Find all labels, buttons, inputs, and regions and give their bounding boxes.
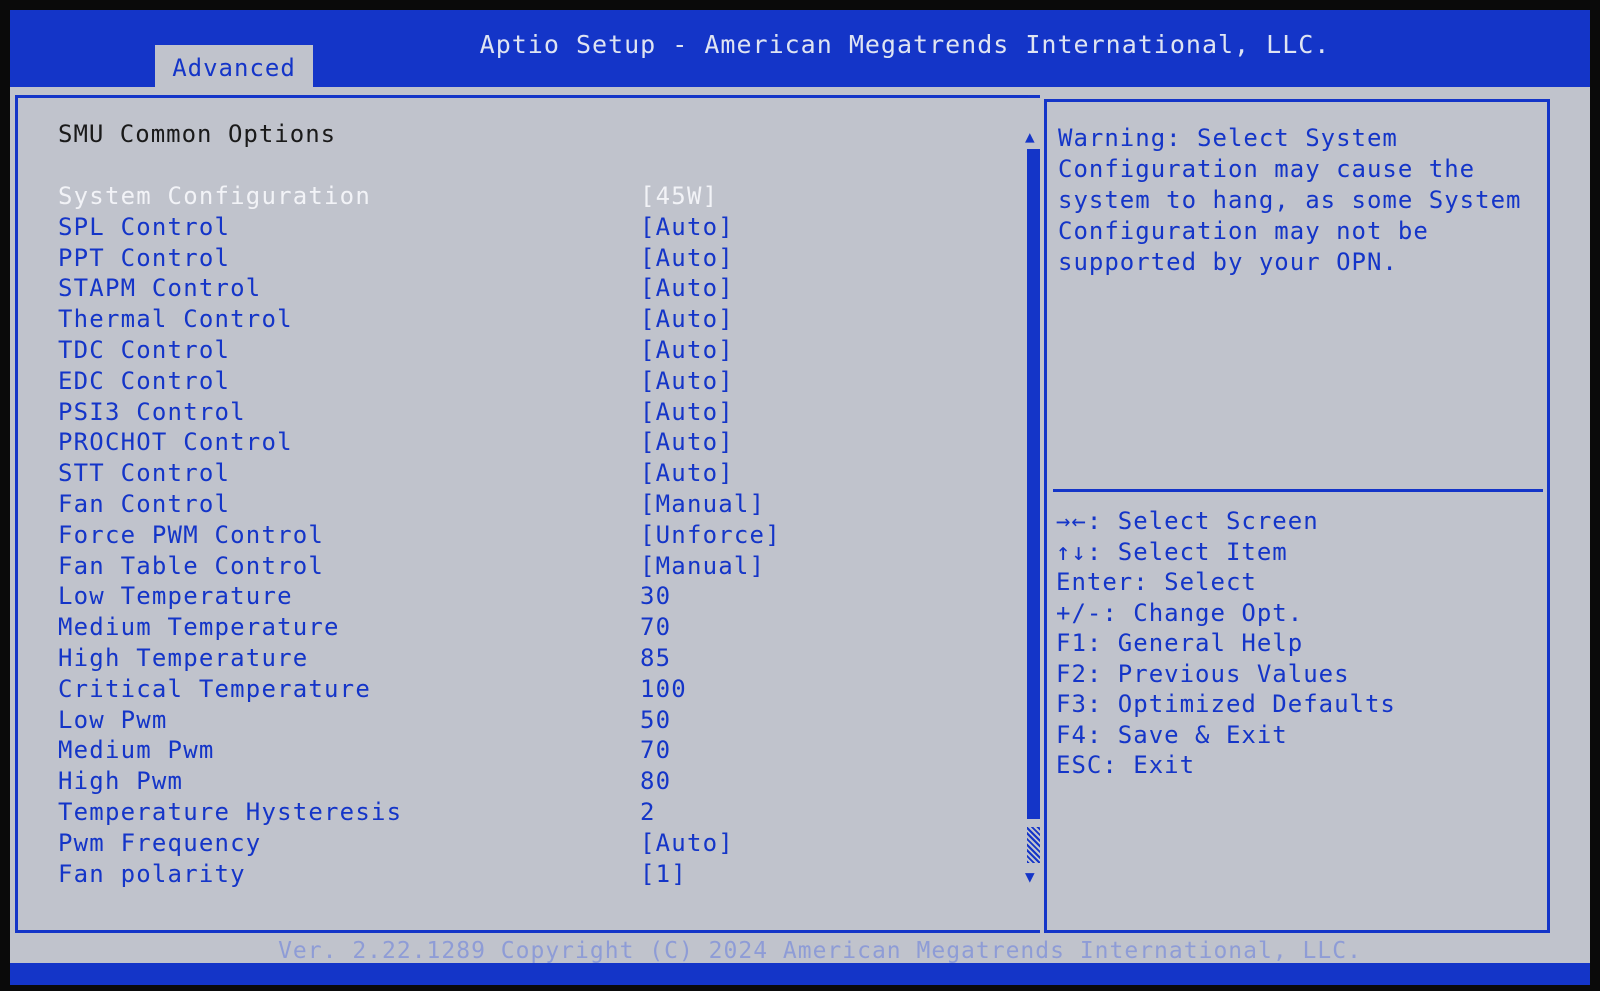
setting-row[interactable]: Fan Control [Manual] bbox=[58, 490, 1008, 521]
setting-value[interactable]: 85 bbox=[640, 644, 671, 672]
setting-value[interactable]: 2 bbox=[640, 798, 656, 826]
setting-row[interactable]: Critical Temperature 100 bbox=[58, 675, 1008, 706]
setting-row[interactable]: PPT Control [Auto] bbox=[58, 244, 1008, 275]
setting-row[interactable]: PROCHOT Control [Auto] bbox=[58, 428, 1008, 459]
key-save-exit: F4: Save & Exit bbox=[1056, 720, 1288, 749]
setting-row[interactable]: Pwm Frequency [Auto] bbox=[58, 829, 1008, 860]
setting-label: Thermal Control bbox=[58, 305, 293, 334]
setting-label: Low Pwm bbox=[58, 705, 168, 734]
setting-label: PSI3 Control bbox=[58, 397, 246, 426]
setting-row[interactable]: Low Pwm 50 bbox=[58, 706, 1008, 737]
setting-value[interactable]: [Auto] bbox=[640, 459, 734, 487]
setting-row[interactable]: STAPM Control [Auto] bbox=[58, 274, 1008, 305]
setting-row[interactable]: Medium Temperature 70 bbox=[58, 613, 1008, 644]
setting-label: Critical Temperature bbox=[58, 674, 371, 703]
setting-label: EDC Control bbox=[58, 366, 231, 395]
setting-value[interactable]: 50 bbox=[640, 706, 671, 734]
setting-row[interactable]: Thermal Control [Auto] bbox=[58, 305, 1008, 336]
setting-value[interactable]: [Auto] bbox=[640, 829, 734, 857]
setting-label: SPL Control bbox=[58, 212, 231, 241]
setting-row[interactable]: Fan polarity [1] bbox=[58, 860, 1008, 891]
tab-advanced[interactable]: Advanced bbox=[155, 45, 313, 87]
setting-label: High Pwm bbox=[58, 767, 184, 796]
setting-label: High Temperature bbox=[58, 644, 309, 672]
setting-row[interactable]: Force PWM Control [Unforce] bbox=[58, 521, 1008, 552]
setting-value[interactable]: [Manual] bbox=[640, 490, 765, 518]
help-divider bbox=[1053, 489, 1543, 492]
setting-row[interactable]: TDC Control [Auto] bbox=[58, 336, 1008, 367]
key-exit: ESC: Exit bbox=[1056, 751, 1196, 779]
setting-row[interactable]: EDC Control [Auto] bbox=[58, 367, 1008, 398]
key-select-item: ↑↓: Select Item bbox=[1056, 537, 1288, 566]
setting-value[interactable]: [Auto] bbox=[640, 274, 734, 302]
setting-label: Temperature Hysteresis bbox=[58, 798, 403, 826]
setting-label: PROCHOT Control bbox=[58, 428, 293, 457]
setting-label: Fan Table Control bbox=[58, 551, 325, 580]
setup-panel: SMU Common Options System Configuration [… bbox=[10, 87, 1590, 963]
help-text: Warning: Select System Configuration may… bbox=[1058, 124, 1522, 276]
setting-row[interactable]: High Pwm 80 bbox=[58, 767, 1008, 798]
setting-value[interactable]: [Manual] bbox=[640, 552, 765, 580]
setting-row[interactable]: SPL Control [Auto] bbox=[58, 213, 1008, 244]
scroll-track[interactable] bbox=[1027, 827, 1040, 863]
setting-value[interactable]: [Auto] bbox=[640, 398, 734, 426]
key-legend: →←: Select Screen ↑↓: Select Item Enter:… bbox=[1056, 507, 1536, 782]
setting-value[interactable]: [Auto] bbox=[640, 367, 734, 395]
copyright-footer: Ver. 2.22.1289 Copyright (C) 2024 Americ… bbox=[278, 938, 1362, 964]
setting-value[interactable]: 70 bbox=[640, 736, 671, 764]
setting-value[interactable]: [Auto] bbox=[640, 305, 734, 333]
setting-value[interactable]: [Auto] bbox=[640, 213, 734, 241]
setting-label: Fan polarity bbox=[58, 859, 246, 888]
setting-label: PPT Control bbox=[58, 243, 231, 272]
key-general-help: F1: General Help bbox=[1056, 629, 1304, 657]
bios-screen: Aptio Setup - American Megatrends Intern… bbox=[10, 10, 1590, 985]
setting-row[interactable]: Temperature Hysteresis 2 bbox=[58, 798, 1008, 829]
setting-label: Low Temperature bbox=[58, 582, 293, 611]
key-change-opt: +/-: Change Opt. bbox=[1056, 598, 1304, 627]
setting-value[interactable]: [Auto] bbox=[640, 336, 734, 364]
setting-value[interactable]: [Unforce] bbox=[640, 521, 781, 549]
setting-row[interactable]: STT Control [Auto] bbox=[58, 459, 1008, 490]
setting-label: Medium Temperature bbox=[58, 613, 340, 642]
setting-value[interactable]: 30 bbox=[640, 582, 671, 610]
setting-value[interactable]: [45W] bbox=[640, 182, 718, 210]
setting-row[interactable]: PSI3 Control [Auto] bbox=[58, 398, 1008, 429]
key-select-screen: →←: Select Screen bbox=[1056, 507, 1319, 535]
setting-row[interactable]: System Configuration [45W] bbox=[58, 182, 1008, 213]
setting-value[interactable]: 80 bbox=[640, 767, 671, 795]
scroll-up-icon[interactable]: ▲ bbox=[1025, 127, 1035, 146]
setting-row[interactable]: Low Temperature 30 bbox=[58, 582, 1008, 613]
setting-row[interactable]: High Temperature 85 bbox=[58, 644, 1008, 675]
setting-label: Medium Pwm bbox=[58, 736, 215, 765]
setting-label: STT Control bbox=[58, 459, 231, 488]
key-optimized-defaults: F3: Optimized Defaults bbox=[1056, 690, 1396, 718]
setting-row[interactable]: Fan Table Control [Manual] bbox=[58, 552, 1008, 583]
setting-row[interactable]: Medium Pwm 70 bbox=[58, 736, 1008, 767]
scroll-thumb[interactable] bbox=[1027, 149, 1040, 819]
setting-value[interactable]: [Auto] bbox=[640, 428, 734, 456]
scrollbar[interactable]: ▲ ▼ bbox=[1025, 127, 1043, 887]
setting-value[interactable]: [1] bbox=[640, 860, 687, 888]
section-title: SMU Common Options bbox=[58, 120, 337, 148]
scroll-down-icon[interactable]: ▼ bbox=[1025, 867, 1035, 886]
setting-label: Fan Control bbox=[58, 490, 231, 518]
setting-label: Force PWM Control bbox=[58, 520, 325, 549]
key-previous-values: F2: Previous Values bbox=[1056, 659, 1350, 688]
setting-label: Pwm Frequency bbox=[58, 828, 262, 857]
setting-value[interactable]: 100 bbox=[640, 675, 687, 703]
setting-value[interactable]: [Auto] bbox=[640, 244, 734, 272]
key-enter: Enter: Select bbox=[1056, 568, 1257, 596]
setting-label: STAPM Control bbox=[58, 274, 262, 303]
setting-value[interactable]: 70 bbox=[640, 613, 671, 641]
setting-label: System Configuration bbox=[58, 182, 371, 210]
setting-label: TDC Control bbox=[58, 336, 231, 364]
